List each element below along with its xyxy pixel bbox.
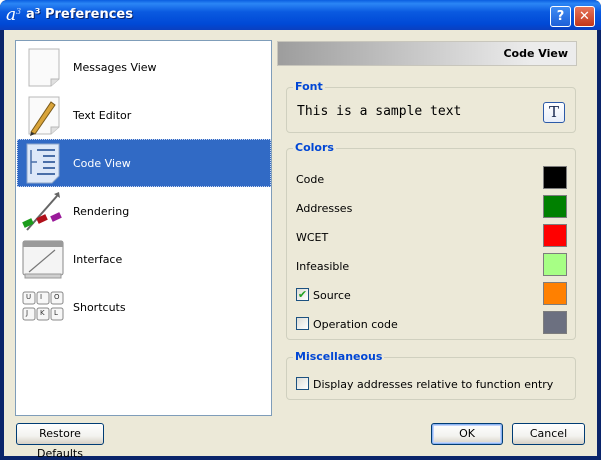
nav-item-text-editor[interactable]: Text Editor — [17, 91, 271, 139]
shortcuts-icon: U I O J K L — [22, 291, 64, 321]
nav-item-messages-view[interactable]: Messages View — [17, 43, 271, 91]
operation-code-checkbox[interactable] — [296, 317, 309, 330]
help-button[interactable]: ? — [550, 6, 571, 27]
relative-addresses-checkbox[interactable] — [296, 377, 309, 390]
svg-text:K: K — [40, 309, 45, 317]
svg-text:I: I — [40, 293, 42, 301]
nav-item-shortcuts[interactable]: U I O J K L Shortcuts — [17, 283, 271, 331]
close-icon: ✕ — [579, 9, 590, 24]
nav-label: Shortcuts — [73, 301, 126, 314]
source-checkbox[interactable]: ✔ — [296, 288, 309, 301]
color-label: Code — [296, 173, 325, 186]
font-icon: T — [548, 103, 559, 121]
color-swatch-source[interactable] — [543, 282, 567, 305]
nav-item-code-view[interactable]: Code View — [17, 139, 271, 187]
miscellaneous-group: Miscellaneous Display addresses relative… — [286, 350, 576, 400]
preferences-window: a3 a³ Preferences ? ✕ Messages View Text… — [0, 0, 601, 460]
color-row-addresses: Addresses — [287, 195, 575, 221]
color-row-source: ✔ Source — [287, 282, 575, 308]
font-group: Font This is a sample text T — [286, 80, 576, 133]
colors-group-title: Colors — [293, 141, 336, 154]
interface-icon — [22, 240, 64, 279]
nav-label: Code View — [73, 157, 131, 170]
checkbox-label: Display addresses relative to function e… — [313, 378, 554, 391]
svg-text:L: L — [54, 309, 58, 317]
color-row-wcet: WCET — [287, 224, 575, 250]
nav-label: Interface — [73, 253, 123, 266]
nav-item-rendering[interactable]: Rendering — [17, 187, 271, 235]
color-swatch-operation-code[interactable] — [543, 311, 567, 334]
checkbox-label: Source — [313, 289, 351, 302]
miscellaneous-group-title: Miscellaneous — [293, 350, 385, 363]
window-title: a³ Preferences — [26, 7, 133, 22]
code-view-icon — [26, 143, 60, 184]
category-list[interactable]: Messages View Text Editor Code View Rend… — [15, 40, 272, 416]
font-group-title: Font — [293, 80, 325, 93]
font-sample-text: This is a sample text — [297, 104, 462, 119]
ok-button[interactable]: OK — [431, 423, 503, 445]
checkbox-label: Operation code — [313, 318, 398, 331]
svg-text:U: U — [26, 293, 31, 301]
color-swatch-wcet[interactable] — [543, 224, 567, 247]
nav-label: Text Editor — [73, 109, 132, 122]
color-label: Addresses — [296, 202, 353, 215]
svg-text:J: J — [25, 309, 28, 317]
relative-addresses-option: Display addresses relative to function e… — [287, 371, 575, 397]
color-swatch-infeasible[interactable] — [543, 253, 567, 276]
nav-label: Messages View — [73, 61, 157, 74]
title-bar[interactable]: a3 a³ Preferences ? ✕ — [0, 0, 601, 30]
restore-defaults-button[interactable]: Restore Defaults — [16, 423, 104, 460]
color-row-code: Code — [287, 166, 575, 192]
messages-view-icon — [28, 48, 60, 87]
page-header: Code View — [277, 41, 577, 66]
color-row-infeasible: Infeasible — [287, 253, 575, 279]
nav-label: Rendering — [73, 205, 130, 218]
close-button[interactable]: ✕ — [574, 6, 595, 27]
rendering-icon — [22, 192, 62, 231]
app-logo-icon: a3 — [6, 5, 22, 25]
help-icon: ? — [556, 9, 565, 24]
color-swatch-addresses[interactable] — [543, 195, 567, 218]
color-label: WCET — [296, 231, 329, 244]
choose-font-button[interactable]: T — [543, 102, 565, 123]
cancel-button[interactable]: Cancel — [512, 423, 585, 445]
colors-group: Colors Code Addresses WCET Infeasible ✔ … — [286, 141, 576, 340]
color-swatch-code[interactable] — [543, 166, 567, 189]
color-label: Infeasible — [296, 260, 350, 273]
svg-text:O: O — [54, 293, 60, 301]
nav-item-interface[interactable]: Interface — [17, 235, 271, 283]
page-title: Code View — [503, 47, 568, 60]
dialog-body: Messages View Text Editor Code View Rend… — [4, 30, 597, 460]
color-row-operation-code: Operation code — [287, 311, 575, 337]
text-editor-icon — [28, 96, 60, 136]
